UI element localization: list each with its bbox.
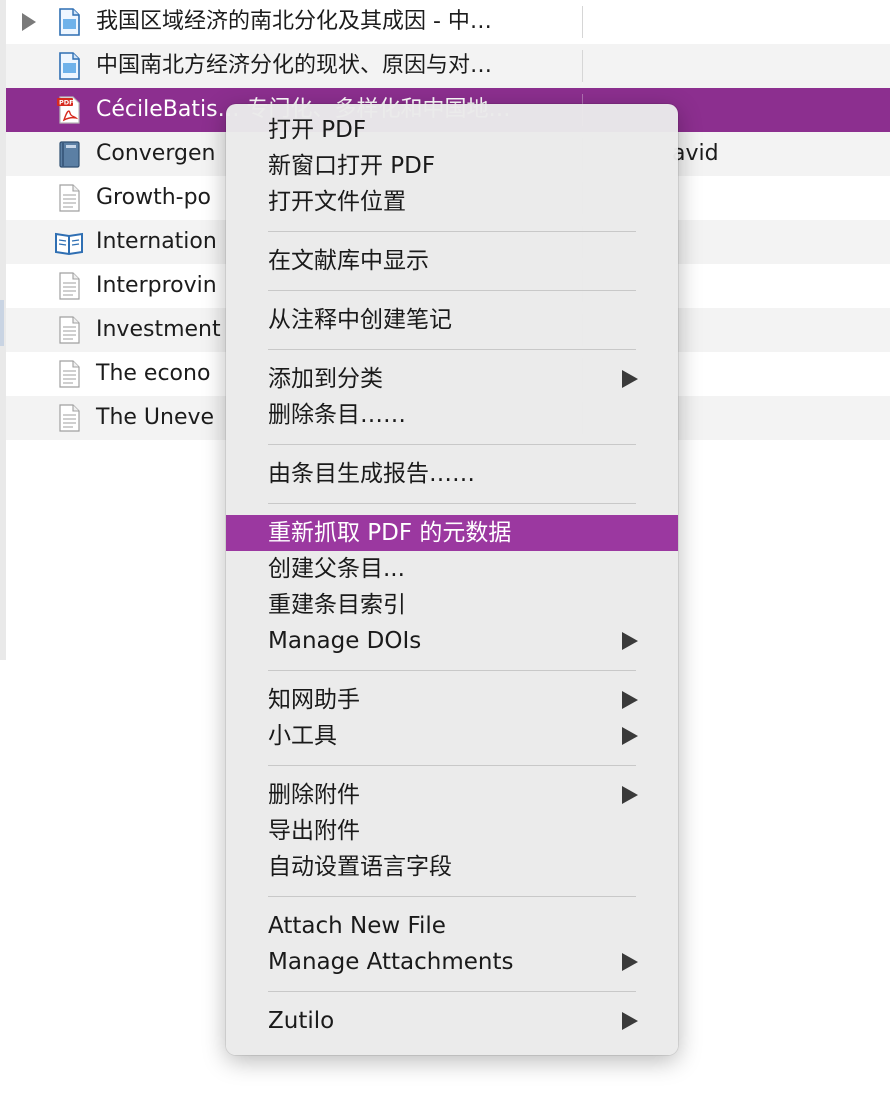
submenu-arrow-icon [622,691,638,709]
menu-item[interactable]: 从注释中创建笔记 [226,302,678,338]
submenu-arrow-icon [622,953,638,971]
menu-item-label: Zutilo [268,1008,335,1034]
item-title: 中国南北方经济分化的现状、原因与对… [96,53,493,78]
menu-item-label: 新窗口打开 PDF [268,153,436,179]
item-row[interactable]: 中国南北方经济分化的现状、原因与对… [6,44,890,88]
menu-item[interactable]: 新窗口打开 PDF [226,148,678,184]
menu-item-label: 打开文件位置 [268,189,406,215]
menu-item[interactable]: Manage Attachments [226,944,678,980]
menu-item-label: 重建条目索引 [268,592,406,618]
menu-item-label: Manage DOIs [268,628,422,654]
menu-item[interactable]: 知网助手 [226,682,678,718]
page-icon [54,359,84,389]
open-book-icon [54,227,84,257]
item-title: The Uneve [96,405,215,430]
menu-item[interactable]: 在文献库中显示 [226,243,678,279]
menu-item-label: 从注释中创建笔记 [268,307,452,333]
menu-item[interactable]: Zutilo [226,1003,678,1039]
menu-separator [268,896,636,897]
menu-separator [268,444,636,445]
disclosure-triangle-icon[interactable] [22,13,36,31]
menu-separator [268,349,636,350]
menu-item[interactable]: Attach New File [226,908,678,944]
menu-item-label: 小工具 [268,723,337,749]
menu-separator [268,231,636,232]
menu-item-label: 创建父条目... [268,556,405,582]
menu-item[interactable]: 添加到分类 [226,361,678,397]
pdf-icon: PDF [54,95,84,125]
item-title: Growth-po [96,185,211,210]
page-icon [54,403,84,433]
menu-item[interactable]: 创建父条目... [226,551,678,587]
context-menu: 打开 PDF 新窗口打开 PDF 打开文件位置 在文献库中显示 从注释中创建笔记 添加到分… [226,104,678,1055]
column-divider [582,50,583,82]
menu-item[interactable]: 打开 PDF [226,112,678,148]
column-divider [582,6,583,38]
item-title: The econo [96,361,211,386]
submenu-arrow-icon [622,1012,638,1030]
menu-separator [268,503,636,504]
item-row[interactable]: 我国区域经济的南北分化及其成因 - 中… [6,0,890,44]
menu-item[interactable]: Manage DOIs [226,623,678,659]
submenu-arrow-icon [622,632,638,650]
menu-item-label: 打开 PDF [268,117,367,143]
document-icon [54,7,84,37]
menu-item[interactable]: 重建条目索引 [226,587,678,623]
submenu-arrow-icon [622,727,638,745]
menu-item-label: 添加到分类 [268,366,383,392]
menu-item-label: 重新抓取 PDF 的元数据 [268,520,512,546]
menu-item[interactable]: 删除条目…… [226,397,678,433]
menu-item-label: 由条目生成报告…… [268,461,475,487]
menu-item-label: 知网助手 [268,687,360,713]
menu-item[interactable]: 自动设置语言字段 [226,849,678,885]
item-title: Convergen [96,141,216,166]
item-creator: avid [672,141,719,166]
submenu-arrow-icon [622,786,638,804]
menu-item-label: 删除附件 [268,782,360,808]
svg-text:PDF: PDF [59,99,74,107]
menu-item-label: 在文献库中显示 [268,248,429,274]
menu-item[interactable]: 导出附件 [226,813,678,849]
menu-item[interactable]: 重新抓取 PDF 的元数据 [226,515,678,551]
menu-separator [268,765,636,766]
menu-item[interactable]: 小工具 [226,718,678,754]
menu-separator [268,670,636,671]
page-icon [54,271,84,301]
item-title: Investment [96,317,221,342]
book-icon [54,139,84,169]
menu-item-label: 导出附件 [268,818,360,844]
menu-item-label: 自动设置语言字段 [268,854,452,880]
item-title: Interprovin [96,273,217,298]
page-icon [54,183,84,213]
menu-separator [268,290,636,291]
menu-item-label: 删除条目…… [268,402,406,428]
menu-item[interactable]: 打开文件位置 [226,184,678,220]
menu-item[interactable]: 删除附件 [226,777,678,813]
menu-item[interactable]: 由条目生成报告…… [226,456,678,492]
submenu-arrow-icon [622,370,638,388]
menu-item-label: Manage Attachments [268,949,514,975]
item-title: Internation [96,229,217,254]
left-pane-resize-handle[interactable] [0,300,4,346]
menu-separator [268,991,636,992]
menu-item-label: Attach New File [268,913,446,939]
document-icon [54,51,84,81]
item-title: 我国区域经济的南北分化及其成因 - 中… [96,9,492,34]
page-icon [54,315,84,345]
